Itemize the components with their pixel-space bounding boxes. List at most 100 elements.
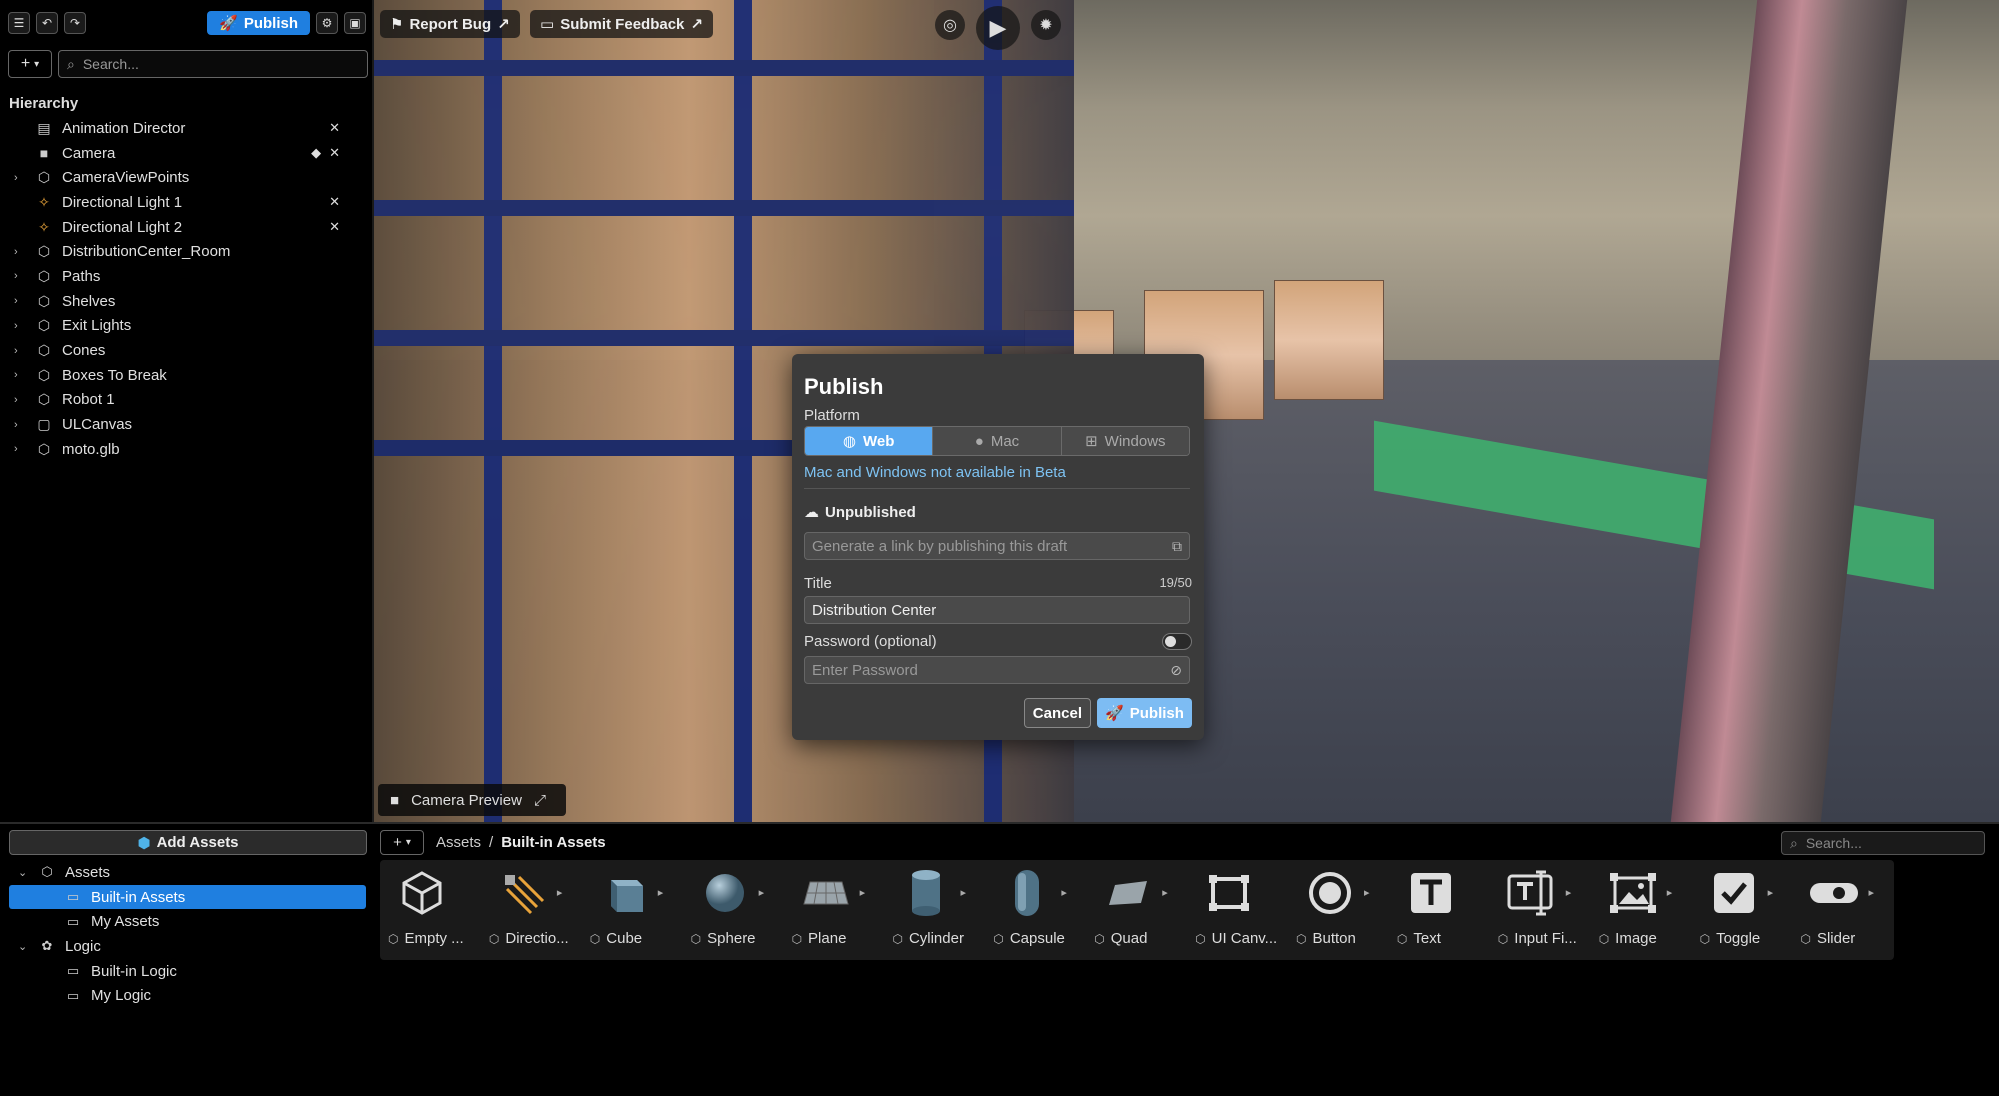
copy-icon[interactable]: ⧉ (1172, 538, 1182, 555)
chevron-right-icon[interactable]: › (14, 172, 28, 184)
chevron-right-icon[interactable]: ▸ (1868, 886, 1874, 899)
chevron-down-icon[interactable]: ⌄ (18, 940, 30, 953)
cube-icon: ⬡ (1195, 931, 1206, 946)
platform-windows-tab[interactable]: ⊞ Windows (1061, 427, 1189, 455)
hierarchy-search-input[interactable]: ⌕ Search... (58, 50, 368, 78)
hierarchy-item[interactable]: › ⬡ Shelves (0, 289, 374, 314)
chevron-right-icon[interactable]: ▸ (1768, 886, 1774, 899)
screenshot-icon[interactable]: ◎ (935, 10, 965, 40)
title-input[interactable]: Distribution Center (804, 596, 1190, 624)
tree-item[interactable]: ⌄ ✿ Logic (0, 934, 374, 959)
visibility-off-icon[interactable]: ✕ (329, 145, 340, 161)
hierarchy-item[interactable]: › ⬡ Cones (0, 338, 374, 363)
cancel-button[interactable]: Cancel (1023, 698, 1091, 728)
hierarchy-item[interactable]: › ⬡ Paths (0, 264, 374, 289)
report-bug-button[interactable]: ⚑ Report Bug ↗ (380, 10, 520, 38)
chevron-right-icon[interactable]: ▸ (1667, 886, 1673, 899)
asset-item[interactable]: ▸ ⬡ Image (1591, 860, 1692, 960)
tree-item[interactable]: ▭ My Assets (0, 909, 374, 934)
debug-icon[interactable]: ✹ (1031, 10, 1061, 40)
save-icon[interactable]: ▣ (344, 12, 366, 34)
tree-item[interactable]: ▭ Built-in Assets (9, 884, 366, 910)
visibility-off-icon[interactable]: ✕ (329, 120, 340, 136)
chevron-right-icon[interactable]: ▸ (759, 886, 765, 899)
chevron-down-icon[interactable]: ⌄ (18, 866, 30, 879)
chevron-right-icon[interactable]: › (14, 345, 28, 357)
breadcrumb: + ▾ Assets / Built-in Assets (380, 830, 606, 855)
publish-link-field[interactable]: Generate a link by publishing this draft… (804, 532, 1190, 560)
tree-item[interactable]: ▭ My Logic (0, 983, 374, 1008)
add-assets-button[interactable]: ⬢ Add Assets (9, 830, 367, 855)
asset-item[interactable]: ▸ ⬡ Cylinder (884, 860, 985, 960)
chevron-right-icon[interactable]: › (14, 419, 28, 431)
flag-icon: ⚑ (390, 16, 404, 33)
asset-item[interactable]: ⬡ UI Canv... (1187, 860, 1288, 960)
hierarchy-item[interactable]: ✧ Directional Light 2 ✕ (0, 215, 374, 240)
expand-icon[interactable]: ⤢ (534, 792, 546, 809)
play-icon[interactable]: ▶ (976, 6, 1020, 50)
chevron-right-icon[interactable]: › (14, 394, 28, 406)
hierarchy-item[interactable]: › ▢ ULCanvas (0, 412, 374, 437)
hierarchy-item[interactable]: › ⬡ Exit Lights (0, 314, 374, 339)
visibility-off-icon[interactable]: ✕ (329, 219, 340, 235)
eye-off-icon[interactable]: ⊘ (1170, 662, 1182, 679)
password-toggle[interactable] (1162, 633, 1192, 650)
dialog-publish-button[interactable]: 🚀 Publish (1097, 698, 1192, 728)
hierarchy-item[interactable]: ▤ Animation Director ✕ (0, 116, 374, 141)
asset-item[interactable]: ▸ ⬡ Input Fi... (1490, 860, 1591, 960)
asset-item[interactable]: ▸ ⬡ Toggle (1692, 860, 1793, 960)
chevron-right-icon[interactable]: ▸ (1364, 886, 1370, 899)
chevron-right-icon[interactable]: › (14, 246, 28, 258)
asset-item[interactable]: ▸ ⬡ Plane (784, 860, 885, 960)
chevron-right-icon[interactable]: › (14, 270, 28, 282)
chevron-right-icon[interactable]: ▸ (1566, 886, 1572, 899)
password-input[interactable]: Enter Password ⊘ (804, 656, 1190, 684)
add-object-dropdown[interactable]: + ▾ (8, 50, 52, 78)
submit-feedback-button[interactable]: ▭ Submit Feedback ↗ (530, 10, 713, 38)
visibility-off-icon[interactable]: ✕ (329, 194, 340, 210)
chevron-right-icon[interactable]: › (14, 443, 28, 455)
tree-item[interactable]: ⌄ ⬡ Assets (0, 860, 374, 885)
asset-item[interactable]: ▸ ⬡ Quad (1086, 860, 1187, 960)
chevron-right-icon[interactable]: ▸ (1162, 886, 1168, 899)
chevron-right-icon[interactable]: ▸ (1061, 886, 1067, 899)
pallet-boxes (1274, 280, 1384, 400)
asset-item[interactable]: ▸ ⬡ Directio... (481, 860, 582, 960)
publish-label: Publish (243, 14, 298, 32)
camera-preview-bar[interactable]: ■ Camera Preview ⤢ (378, 784, 566, 816)
menu-icon[interactable]: ☰ (8, 12, 30, 34)
hierarchy-item[interactable]: ✧ Directional Light 1 ✕ (0, 190, 374, 215)
breadcrumb-root[interactable]: Assets (436, 834, 481, 851)
tree-item[interactable]: ▭ Built-in Logic (0, 959, 374, 984)
chevron-right-icon[interactable]: › (14, 295, 28, 307)
asset-item[interactable]: ▸ ⬡ Slider (1792, 860, 1893, 960)
chevron-right-icon[interactable]: ▸ (960, 886, 966, 899)
platform-web-tab[interactable]: ◍ Web (805, 427, 934, 455)
hierarchy-list: ▤ Animation Director ✕ ■ Camera ◆ ✕ › ⬡ CameraV… (0, 116, 374, 462)
hierarchy-item[interactable]: › ⬡ Boxes To Break (0, 363, 374, 388)
platform-mac-tab[interactable]: ● Mac (933, 427, 1062, 455)
chevron-right-icon[interactable]: › (14, 369, 28, 381)
asset-search-input[interactable]: ⌕ Search... (1781, 831, 1985, 855)
chevron-right-icon[interactable]: ▸ (658, 886, 664, 899)
asset-item[interactable]: ▸ ⬡ Sphere (683, 860, 784, 960)
camera-view-icon[interactable]: ◆ (311, 145, 321, 161)
asset-item[interactable]: ▸ ⬡ Button (1288, 860, 1389, 960)
hierarchy-item[interactable]: › ⬡ Robot 1 (0, 388, 374, 413)
add-asset-dropdown[interactable]: + ▾ (380, 830, 424, 855)
asset-item[interactable]: ⬡ Text (1389, 860, 1490, 960)
publish-button[interactable]: 🚀 Publish (207, 11, 310, 35)
asset-item[interactable]: ⬡ Empty ... (380, 860, 481, 960)
undo-icon[interactable]: ↶ (36, 12, 58, 34)
hierarchy-item[interactable]: › ⬡ CameraViewPoints (0, 165, 374, 190)
hierarchy-item[interactable]: › ⬡ moto.glb (0, 437, 374, 462)
chevron-right-icon[interactable]: › (14, 320, 28, 332)
asset-item[interactable]: ▸ ⬡ Capsule (985, 860, 1086, 960)
hierarchy-item[interactable]: ■ Camera ◆ ✕ (0, 141, 374, 166)
asset-item[interactable]: ▸ ⬡ Cube (582, 860, 683, 960)
chevron-right-icon[interactable]: ▸ (557, 886, 563, 899)
redo-icon[interactable]: ↷ (64, 12, 86, 34)
hierarchy-item[interactable]: › ⬡ DistributionCenter_Room (0, 239, 374, 264)
settings-icon[interactable]: ⚙ (316, 12, 338, 34)
chevron-right-icon[interactable]: ▸ (860, 886, 866, 899)
